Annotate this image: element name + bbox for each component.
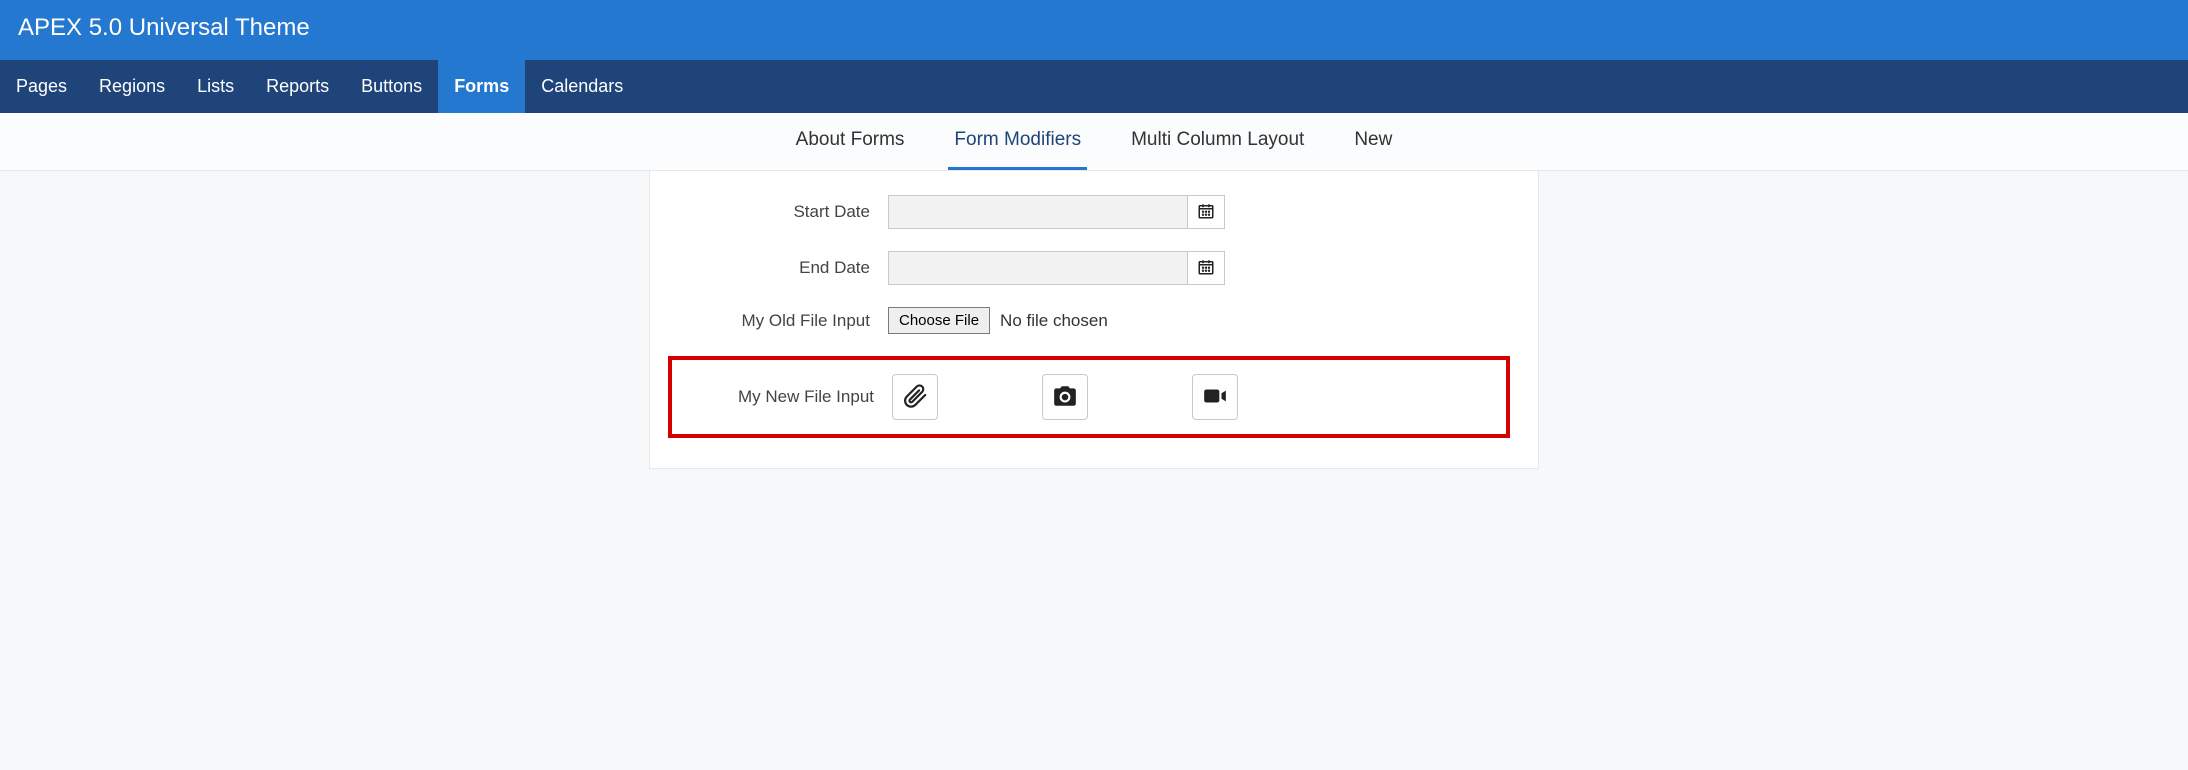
old-file-row: My Old File Input Choose File No file ch… — [678, 307, 1510, 334]
subnav-multi-column[interactable]: Multi Column Layout — [1125, 113, 1310, 170]
subnav-about-forms[interactable]: About Forms — [790, 113, 911, 170]
video-icon — [1202, 383, 1228, 412]
new-file-buttons — [892, 374, 1238, 420]
old-file-label: My Old File Input — [678, 311, 888, 331]
take-photo-button[interactable] — [1042, 374, 1088, 420]
attach-file-button[interactable] — [892, 374, 938, 420]
end-date-label: End Date — [678, 258, 888, 278]
main-nav: Pages Regions Lists Reports Buttons Form… — [0, 60, 2188, 113]
calendar-icon — [1197, 202, 1215, 223]
nav-reports[interactable]: Reports — [250, 60, 345, 113]
camera-icon — [1052, 383, 1078, 412]
subnav-new[interactable]: New — [1348, 113, 1398, 170]
record-video-button[interactable] — [1192, 374, 1238, 420]
end-date-input[interactable] — [888, 251, 1188, 285]
new-file-label: My New File Input — [682, 387, 892, 407]
nav-regions[interactable]: Regions — [83, 60, 181, 113]
start-date-row: Start Date — [678, 195, 1510, 229]
start-date-input[interactable] — [888, 195, 1188, 229]
nav-buttons[interactable]: Buttons — [345, 60, 438, 113]
paperclip-icon — [902, 383, 928, 412]
sub-nav: About Forms Form Modifiers Multi Column … — [0, 113, 2188, 171]
choose-file-button[interactable]: Choose File — [888, 307, 990, 334]
new-file-highlight: My New File Input — [668, 356, 1510, 438]
calendar-icon — [1197, 258, 1215, 279]
app-header: APEX 5.0 Universal Theme — [0, 0, 2188, 60]
new-file-row: My New File Input — [682, 374, 1496, 420]
start-date-label: Start Date — [678, 202, 888, 222]
end-date-row: End Date — [678, 251, 1510, 285]
nav-lists[interactable]: Lists — [181, 60, 250, 113]
file-status-text: No file chosen — [1000, 311, 1108, 331]
form-region: Start Date End Date — [649, 171, 1539, 469]
end-date-picker-button[interactable] — [1187, 251, 1225, 285]
nav-forms[interactable]: Forms — [438, 60, 525, 113]
app-title: APEX 5.0 Universal Theme — [18, 14, 310, 41]
subnav-form-modifiers[interactable]: Form Modifiers — [948, 113, 1087, 170]
nav-pages[interactable]: Pages — [0, 60, 83, 113]
start-date-picker-button[interactable] — [1187, 195, 1225, 229]
nav-calendars[interactable]: Calendars — [525, 60, 639, 113]
